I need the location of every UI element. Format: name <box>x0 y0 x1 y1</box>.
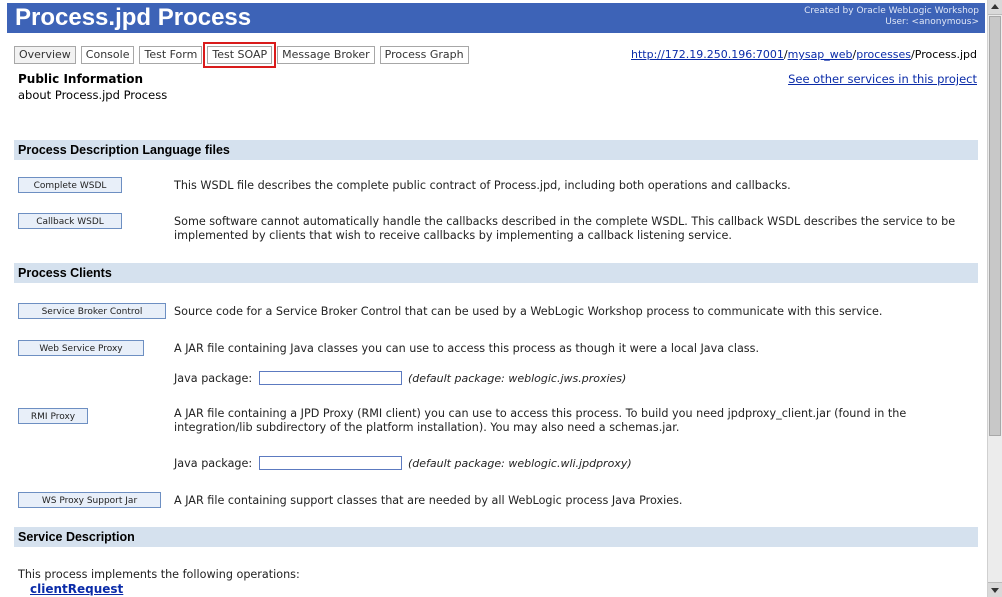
service-broker-control-description: Source code for a Service Broker Control… <box>174 305 883 318</box>
callback-wsdl-description-line-1: Some software cannot automatically handl… <box>174 215 956 228</box>
ws-proxy-support-jar-description: A JAR file containing support classes th… <box>174 494 683 507</box>
rmi-default-package-text: (default package: weblogic.wli.jpdproxy) <box>408 457 632 470</box>
operations-intro: This process implements the following op… <box>18 568 300 581</box>
url-processes-link[interactable]: processes <box>856 48 911 61</box>
title-bar: Process.jpd Process Created by Oracle We… <box>7 3 985 33</box>
vertical-scrollbar[interactable] <box>987 0 1002 597</box>
web-service-proxy-description: A JAR file containing Java classes you c… <box>174 342 760 355</box>
tab-message-broker[interactable]: Message Broker <box>277 46 375 64</box>
ws-proxy-support-jar-button[interactable]: WS Proxy Support Jar <box>18 492 161 508</box>
public-info-subtitle: about Process.jpd Process <box>18 88 168 102</box>
wsp-java-package-input[interactable] <box>259 371 402 385</box>
tab-overview[interactable]: Overview <box>14 46 76 64</box>
other-services-link[interactable]: See other services in this project <box>788 72 977 86</box>
rmi-java-package-input[interactable] <box>259 456 402 470</box>
rmi-proxy-description: A JAR file containing a JPD Proxy (RMI c… <box>174 407 906 435</box>
tab-process-graph[interactable]: Process Graph <box>379 46 469 64</box>
arrow-down-icon <box>991 588 999 593</box>
wsp-default-package-text: (default package: weblogic.jws.proxies) <box>408 372 627 385</box>
title-meta: Created by Oracle WebLogic Workshop User… <box>804 6 979 28</box>
service-broker-control-button[interactable]: Service Broker Control <box>18 303 166 319</box>
complete-wsdl-button[interactable]: Complete WSDL <box>18 177 122 193</box>
rmi-proxy-description-line-1: A JAR file containing a JPD Proxy (RMI c… <box>174 407 907 420</box>
section-process-clients: Process Clients <box>14 263 978 283</box>
scroll-up-button[interactable] <box>988 0 1002 15</box>
public-info-title: Public Information <box>18 72 144 86</box>
tab-test-soap[interactable]: Test SOAP <box>203 42 277 68</box>
url-base-link[interactable]: http://172.19.250.196:7001 <box>631 48 784 61</box>
scroll-thumb[interactable] <box>989 16 1001 436</box>
complete-wsdl-description: This WSDL file describes the complete pu… <box>174 179 791 192</box>
rmi-proxy-button[interactable]: RMI Proxy <box>18 408 88 424</box>
section-service-description: Service Description <box>14 527 978 547</box>
page-content: Process.jpd Process Created by Oracle We… <box>0 0 987 597</box>
service-url: http://172.19.250.196:7001/mysap_web/pro… <box>631 47 977 62</box>
created-by-text: Created by Oracle WebLogic Workshop <box>804 6 979 16</box>
rmi-java-package-label: Java package: <box>174 457 253 470</box>
url-file: /Process.jpd <box>911 48 977 61</box>
user-text: User: <anonymous> <box>885 17 979 27</box>
wsp-java-package-label: Java package: <box>174 372 253 385</box>
rmi-proxy-description-line-2: integration/lib subdirectory of the plat… <box>174 421 680 434</box>
scroll-down-button[interactable] <box>988 582 1002 597</box>
web-service-proxy-button[interactable]: Web Service Proxy <box>18 340 144 356</box>
tab-console[interactable]: Console <box>80 46 135 64</box>
section-pdl-files: Process Description Language files <box>14 140 978 160</box>
callback-wsdl-description-line-2: implemented by clients that wish to rece… <box>174 229 732 242</box>
callback-wsdl-description: Some software cannot automatically handl… <box>174 215 955 243</box>
operation-client-request-link[interactable]: clientRequest <box>30 582 123 596</box>
tab-bar: Overview Console Test Form Test SOAP Mes… <box>14 42 474 68</box>
callback-wsdl-button[interactable]: Callback WSDL <box>18 213 122 229</box>
page-title: Process.jpd Process <box>15 4 252 31</box>
arrow-up-icon <box>991 4 999 9</box>
tab-test-form[interactable]: Test Form <box>139 46 203 64</box>
url-mysap-web-link[interactable]: mysap_web <box>788 48 853 61</box>
